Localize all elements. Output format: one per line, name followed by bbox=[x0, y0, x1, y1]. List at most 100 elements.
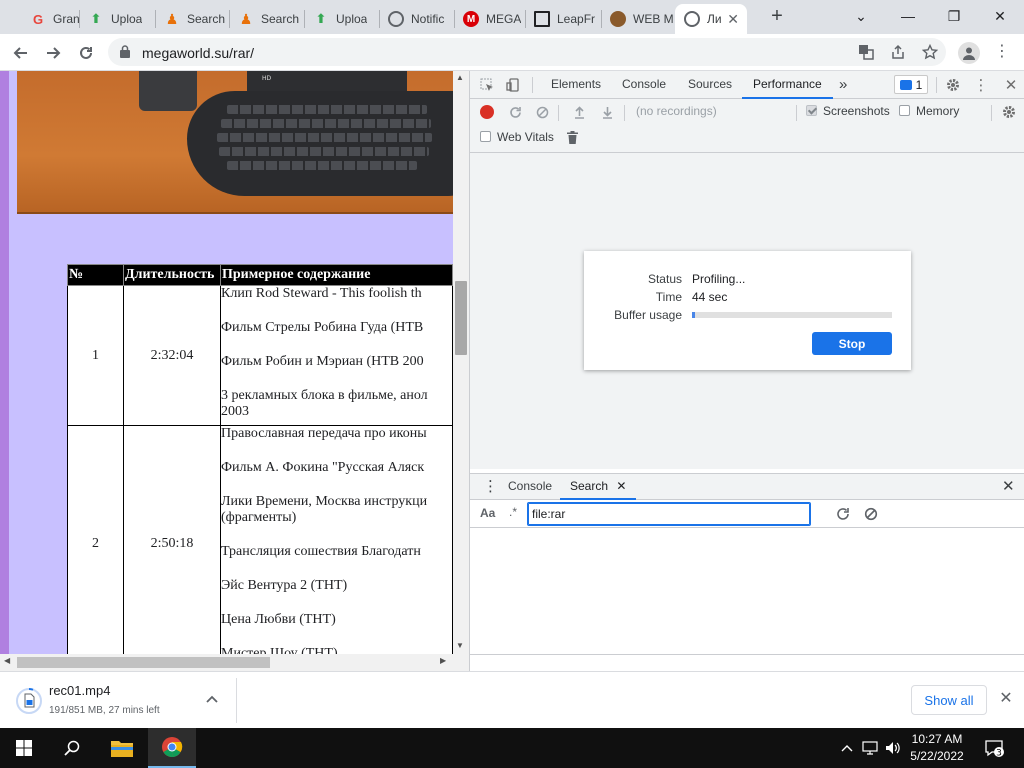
drawer-tab-search[interactable]: Search ✕ bbox=[560, 474, 637, 500]
browser-tab[interactable]: ⬆ Uploa bbox=[79, 4, 155, 34]
globe-icon bbox=[388, 11, 404, 27]
browser-tab-title: Uploa bbox=[111, 12, 143, 26]
drawer-menu-icon[interactable]: ⋮ bbox=[483, 474, 498, 500]
scroll-up-arrow-icon[interactable]: ▲ bbox=[456, 73, 464, 82]
vertical-scroll-thumb[interactable] bbox=[455, 281, 467, 355]
devtools-menu-icon[interactable]: ⋮ bbox=[972, 76, 990, 94]
save-profile-icon[interactable] bbox=[598, 103, 616, 121]
back-icon[interactable] bbox=[8, 40, 34, 66]
browser-tab[interactable]: ♟ Search bbox=[155, 4, 229, 34]
match-case-toggle[interactable]: Aa bbox=[480, 506, 495, 520]
minimize-window-icon[interactable]: — bbox=[885, 0, 931, 32]
refresh-search-icon[interactable] bbox=[834, 505, 852, 523]
address-bar[interactable]: megaworld.su/rar/ bbox=[108, 38, 946, 66]
web-vitals-checkbox[interactable] bbox=[480, 131, 491, 142]
share-icon[interactable] bbox=[888, 42, 908, 62]
device-toolbar-icon[interactable] bbox=[504, 76, 522, 94]
chrome-taskbar-icon[interactable] bbox=[148, 728, 196, 768]
devtools-settings-gear-icon[interactable] bbox=[944, 76, 962, 94]
horizontal-scroll-thumb[interactable] bbox=[17, 657, 270, 668]
recordings-dropdown[interactable]: (no recordings) bbox=[636, 104, 717, 118]
close-devtools-icon[interactable]: ✕ bbox=[1002, 76, 1020, 94]
browser-menu-icon[interactable]: ⋮ bbox=[992, 42, 1012, 64]
memory-checkbox[interactable] bbox=[899, 105, 910, 116]
clear-search-icon[interactable] bbox=[862, 505, 880, 523]
file-download-icon[interactable] bbox=[16, 686, 42, 716]
notification-count: 3 bbox=[996, 749, 1002, 759]
more-tabs-chevron-icon[interactable]: » bbox=[839, 71, 847, 99]
browser-tab[interactable]: Notific bbox=[379, 4, 454, 34]
browser-tab[interactable]: Ли ✕ bbox=[675, 4, 747, 34]
close-drawer-icon[interactable]: ✕ bbox=[1002, 474, 1015, 500]
tab-search-chevron-icon[interactable]: ⌄ bbox=[838, 0, 884, 32]
garbage-collect-trash-icon[interactable] bbox=[563, 128, 581, 146]
scroll-left-arrow-icon[interactable]: ◀ bbox=[4, 656, 10, 665]
tab-elements[interactable]: Elements bbox=[551, 71, 601, 99]
close-download-shelf-icon[interactable]: ✕ bbox=[996, 688, 1016, 710]
profile-avatar-icon[interactable] bbox=[958, 42, 980, 64]
devtools-tab-bar: Elements Console Sources Performance » 1… bbox=[470, 71, 1024, 99]
scroll-down-arrow-icon[interactable]: ▼ bbox=[456, 641, 464, 650]
browser-tab[interactable]: WEB M bbox=[601, 4, 675, 34]
reload-icon[interactable] bbox=[73, 40, 99, 66]
download-filename[interactable]: rec01.mp4 bbox=[49, 683, 110, 698]
browser-tab[interactable]: LeapFr bbox=[525, 4, 601, 34]
url-text[interactable]: megaworld.su/rar/ bbox=[142, 45, 254, 61]
restore-window-icon[interactable]: ❐ bbox=[931, 0, 977, 32]
search-input[interactable] bbox=[527, 502, 811, 526]
tab-sources[interactable]: Sources bbox=[688, 71, 732, 99]
taskbar-clock[interactable]: 10:27 AM 5/22/2022 bbox=[905, 731, 969, 765]
tab-console[interactable]: Console bbox=[622, 71, 666, 99]
browser-tab-title: Search bbox=[187, 12, 226, 26]
scroll-right-arrow-icon[interactable]: ▶ bbox=[440, 656, 446, 665]
close-search-tab-icon[interactable]: ✕ bbox=[616, 479, 626, 493]
volume-icon[interactable] bbox=[884, 738, 902, 758]
download-shelf: rec01.mp4 191/851 MB, 27 mins left Show … bbox=[0, 671, 1024, 728]
close-tab-icon[interactable]: ✕ bbox=[727, 11, 739, 28]
tab-performance[interactable]: Performance bbox=[742, 71, 833, 99]
capture-settings-gear-icon[interactable] bbox=[1000, 103, 1018, 121]
clear-icon[interactable] bbox=[533, 103, 551, 121]
page-horizontal-scrollbar[interactable]: ◀ ▶ bbox=[0, 654, 469, 671]
download-options-chevron-icon[interactable] bbox=[203, 690, 221, 708]
page-vertical-scrollbar[interactable]: ▲ ▼ bbox=[453, 71, 469, 654]
tab-strip: G Grand ⬆ Uploa ♟ Search ♟ Search ⬆ Uploa Notific M… bbox=[0, 0, 1024, 34]
content-item: Фильм Робин и Мэриан (НТВ 200 bbox=[221, 354, 424, 369]
drawer-tab-console[interactable]: Console bbox=[508, 474, 552, 500]
forward-icon[interactable] bbox=[40, 40, 66, 66]
show-all-downloads-button[interactable]: Show all bbox=[911, 685, 987, 715]
bookmark-star-icon[interactable] bbox=[920, 42, 940, 62]
screenshots-checkbox[interactable] bbox=[806, 105, 817, 116]
browser-tab[interactable]: ♟ Search bbox=[229, 4, 304, 34]
new-tab-icon[interactable]: + bbox=[766, 6, 788, 28]
stop-button[interactable]: Stop bbox=[812, 332, 892, 355]
lock-icon[interactable] bbox=[120, 45, 130, 58]
reload-profile-icon[interactable] bbox=[506, 103, 524, 121]
browser-tab[interactable]: M MEGA bbox=[454, 4, 525, 34]
content-item: Трансляция сошествия Благодатн bbox=[221, 544, 421, 559]
taskbar-search-icon[interactable] bbox=[48, 728, 96, 768]
buffer-usage-label: Buffer usage bbox=[614, 308, 682, 322]
network-icon[interactable] bbox=[861, 738, 879, 758]
browser-tab[interactable]: ⬆ Uploa bbox=[304, 4, 379, 34]
record-button-icon[interactable] bbox=[480, 105, 494, 119]
recordings-table: № Длительность Примерное содержание 1 2:3… bbox=[67, 264, 453, 654]
load-profile-icon[interactable] bbox=[570, 103, 588, 121]
mega-icon: M bbox=[463, 11, 479, 27]
issues-badge[interactable]: 1 bbox=[894, 75, 928, 94]
notification-center-icon[interactable]: 3 bbox=[984, 738, 1004, 759]
content-item: Мистер Шоу (ТНТ) bbox=[221, 646, 338, 654]
devtools-panel: Elements Console Sources Performance » 1… bbox=[469, 71, 1024, 671]
page-left-border bbox=[0, 71, 9, 654]
show-hidden-icons-chevron-icon[interactable] bbox=[838, 738, 856, 758]
inspect-element-icon[interactable] bbox=[478, 76, 496, 94]
file-explorer-icon[interactable] bbox=[98, 728, 146, 768]
browser-tab-title: LeapFr bbox=[557, 12, 596, 26]
browser-tab[interactable]: G Grand bbox=[21, 4, 79, 34]
time-value: 44 sec bbox=[692, 290, 728, 304]
windows-start-icon[interactable] bbox=[0, 728, 48, 768]
close-window-icon[interactable]: ✕ bbox=[977, 0, 1023, 32]
web-page-viewport[interactable]: HD № Длительность Примерное содержание 1… bbox=[0, 71, 469, 654]
translate-icon[interactable] bbox=[856, 42, 876, 62]
regex-toggle[interactable]: .* bbox=[509, 505, 517, 519]
